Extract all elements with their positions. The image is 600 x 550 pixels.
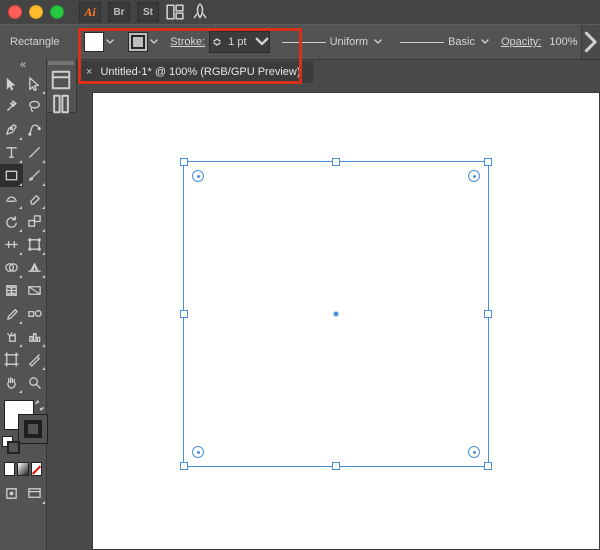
fill-stroke-swatch[interactable]: [0, 398, 46, 462]
resize-handle-top[interactable]: [332, 158, 340, 166]
column-graph-tool[interactable]: [23, 325, 46, 348]
control-bar: Rectangle Stroke: 1 pt: [0, 24, 600, 60]
resize-handle-bottom[interactable]: [332, 462, 340, 470]
live-corner-widget[interactable]: [468, 446, 480, 458]
resize-handle-left[interactable]: [180, 310, 188, 318]
document-tab[interactable]: × Untitled-1* @ 100% (RGB/GPU Preview): [76, 61, 313, 83]
panel-gripper-icon: [48, 61, 74, 65]
resize-handle-top-right[interactable]: [484, 158, 492, 166]
eraser-tool[interactable]: [23, 187, 46, 210]
gpu-rocket-icon[interactable]: [191, 3, 209, 21]
draw-normal-mode[interactable]: [0, 482, 23, 505]
app-logo-illustrator: Ai: [79, 2, 101, 22]
window-minimize-button[interactable]: [29, 5, 43, 19]
stock-tile[interactable]: St: [137, 2, 159, 22]
resize-handle-bottom-right[interactable]: [484, 462, 492, 470]
magic-wand-tool[interactable]: [0, 95, 23, 118]
width-tool[interactable]: [0, 233, 23, 256]
type-tool[interactable]: [0, 141, 23, 164]
free-transform-tool[interactable]: [23, 233, 46, 256]
hand-tool[interactable]: [0, 371, 23, 394]
document-tab-title: Untitled-1* @ 100% (RGB/GPU Preview): [100, 66, 300, 78]
opacity-value[interactable]: 100%: [545, 36, 581, 48]
selection-tool[interactable]: [0, 72, 23, 95]
color-mode-solid[interactable]: [4, 462, 15, 476]
perspective-grid-tool[interactable]: [23, 256, 46, 279]
live-corner-widget[interactable]: [468, 170, 480, 182]
chevron-down-icon: [104, 32, 116, 52]
eyedropper-tool[interactable]: [0, 302, 23, 325]
direct-selection-tool[interactable]: [23, 72, 46, 95]
brush-line-icon: [400, 42, 444, 43]
tool-panel-toggle[interactable]: «: [0, 58, 46, 72]
chevron-down-icon: [479, 32, 491, 52]
stroke-color-control[interactable]: [128, 32, 160, 52]
screen-mode-button[interactable]: [23, 482, 46, 505]
curvature-tool[interactable]: [23, 118, 46, 141]
pen-tool[interactable]: [0, 118, 23, 141]
live-corner-widget[interactable]: [192, 170, 204, 182]
stroke-swatch-icon: [128, 32, 148, 52]
control-bar-overflow-button[interactable]: [581, 25, 600, 59]
close-icon[interactable]: ×: [86, 66, 92, 78]
collapsed-panel-strip[interactable]: [46, 58, 77, 113]
profile-label: Uniform: [330, 36, 369, 48]
color-mode-gradient[interactable]: [17, 462, 28, 476]
zoom-tool[interactable]: [23, 371, 46, 394]
shape-builder-tool[interactable]: [0, 256, 23, 279]
artboard-tool[interactable]: [0, 348, 23, 371]
rectangle-tool[interactable]: [0, 164, 23, 187]
default-fill-stroke-icon[interactable]: [2, 436, 16, 450]
chevron-down-icon: [372, 32, 384, 52]
fill-color-control[interactable]: [84, 32, 116, 52]
live-corner-widget[interactable]: [192, 446, 204, 458]
chevron-down-icon: [255, 37, 269, 48]
chevron-down-icon: [148, 32, 160, 52]
selection-bounding-box[interactable]: [183, 161, 489, 467]
artboard-canvas[interactable]: [92, 92, 600, 550]
stroke-swatch-large[interactable]: [18, 414, 48, 444]
shaper-tool[interactable]: [0, 187, 23, 210]
color-mode-row: [0, 462, 46, 480]
rotate-tool[interactable]: [0, 210, 23, 233]
bridge-tile[interactable]: Br: [108, 2, 130, 22]
macos-titlebar: Ai Br St: [0, 0, 600, 24]
profile-line-icon: [282, 42, 326, 43]
brush-definition-dropdown[interactable]: Basic: [396, 32, 495, 52]
variable-width-profile-dropdown[interactable]: Uniform: [278, 32, 389, 52]
stroke-weight-value: 1 pt: [224, 36, 254, 48]
color-mode-none[interactable]: [31, 462, 42, 476]
window-close-button[interactable]: [8, 5, 22, 19]
workspace: [76, 84, 600, 550]
symbol-sprayer-tool[interactable]: [0, 325, 23, 348]
tool-panel: «: [0, 58, 47, 550]
line-segment-tool[interactable]: [23, 141, 46, 164]
arrange-documents-icon[interactable]: [166, 3, 184, 21]
stroke-weight-input[interactable]: 1 pt: [209, 31, 269, 53]
document-tab-bar: × Untitled-1* @ 100% (RGB/GPU Preview): [76, 60, 600, 84]
active-tool-label: Rectangle: [4, 36, 72, 48]
properties-panel-icon[interactable]: [50, 69, 72, 91]
mesh-tool[interactable]: [0, 279, 23, 302]
libraries-panel-icon[interactable]: [50, 93, 72, 115]
stepper-spin-icon: [210, 38, 224, 46]
brush-label: Basic: [448, 36, 475, 48]
paintbrush-tool[interactable]: [23, 164, 46, 187]
resize-handle-right[interactable]: [484, 310, 492, 318]
gradient-tool[interactable]: [23, 279, 46, 302]
resize-handle-bottom-left[interactable]: [180, 462, 188, 470]
slice-tool[interactable]: [23, 348, 46, 371]
scale-tool[interactable]: [23, 210, 46, 233]
stroke-panel-link[interactable]: Stroke:: [170, 36, 205, 48]
selection-center-point[interactable]: [334, 312, 339, 317]
fill-swatch-icon: [84, 32, 104, 52]
swap-fill-stroke-icon[interactable]: [34, 400, 45, 414]
opacity-label[interactable]: Opacity:: [501, 36, 541, 48]
resize-handle-top-left[interactable]: [180, 158, 188, 166]
window-maximize-button[interactable]: [50, 5, 64, 19]
lasso-tool[interactable]: [23, 95, 46, 118]
blend-tool[interactable]: [23, 302, 46, 325]
